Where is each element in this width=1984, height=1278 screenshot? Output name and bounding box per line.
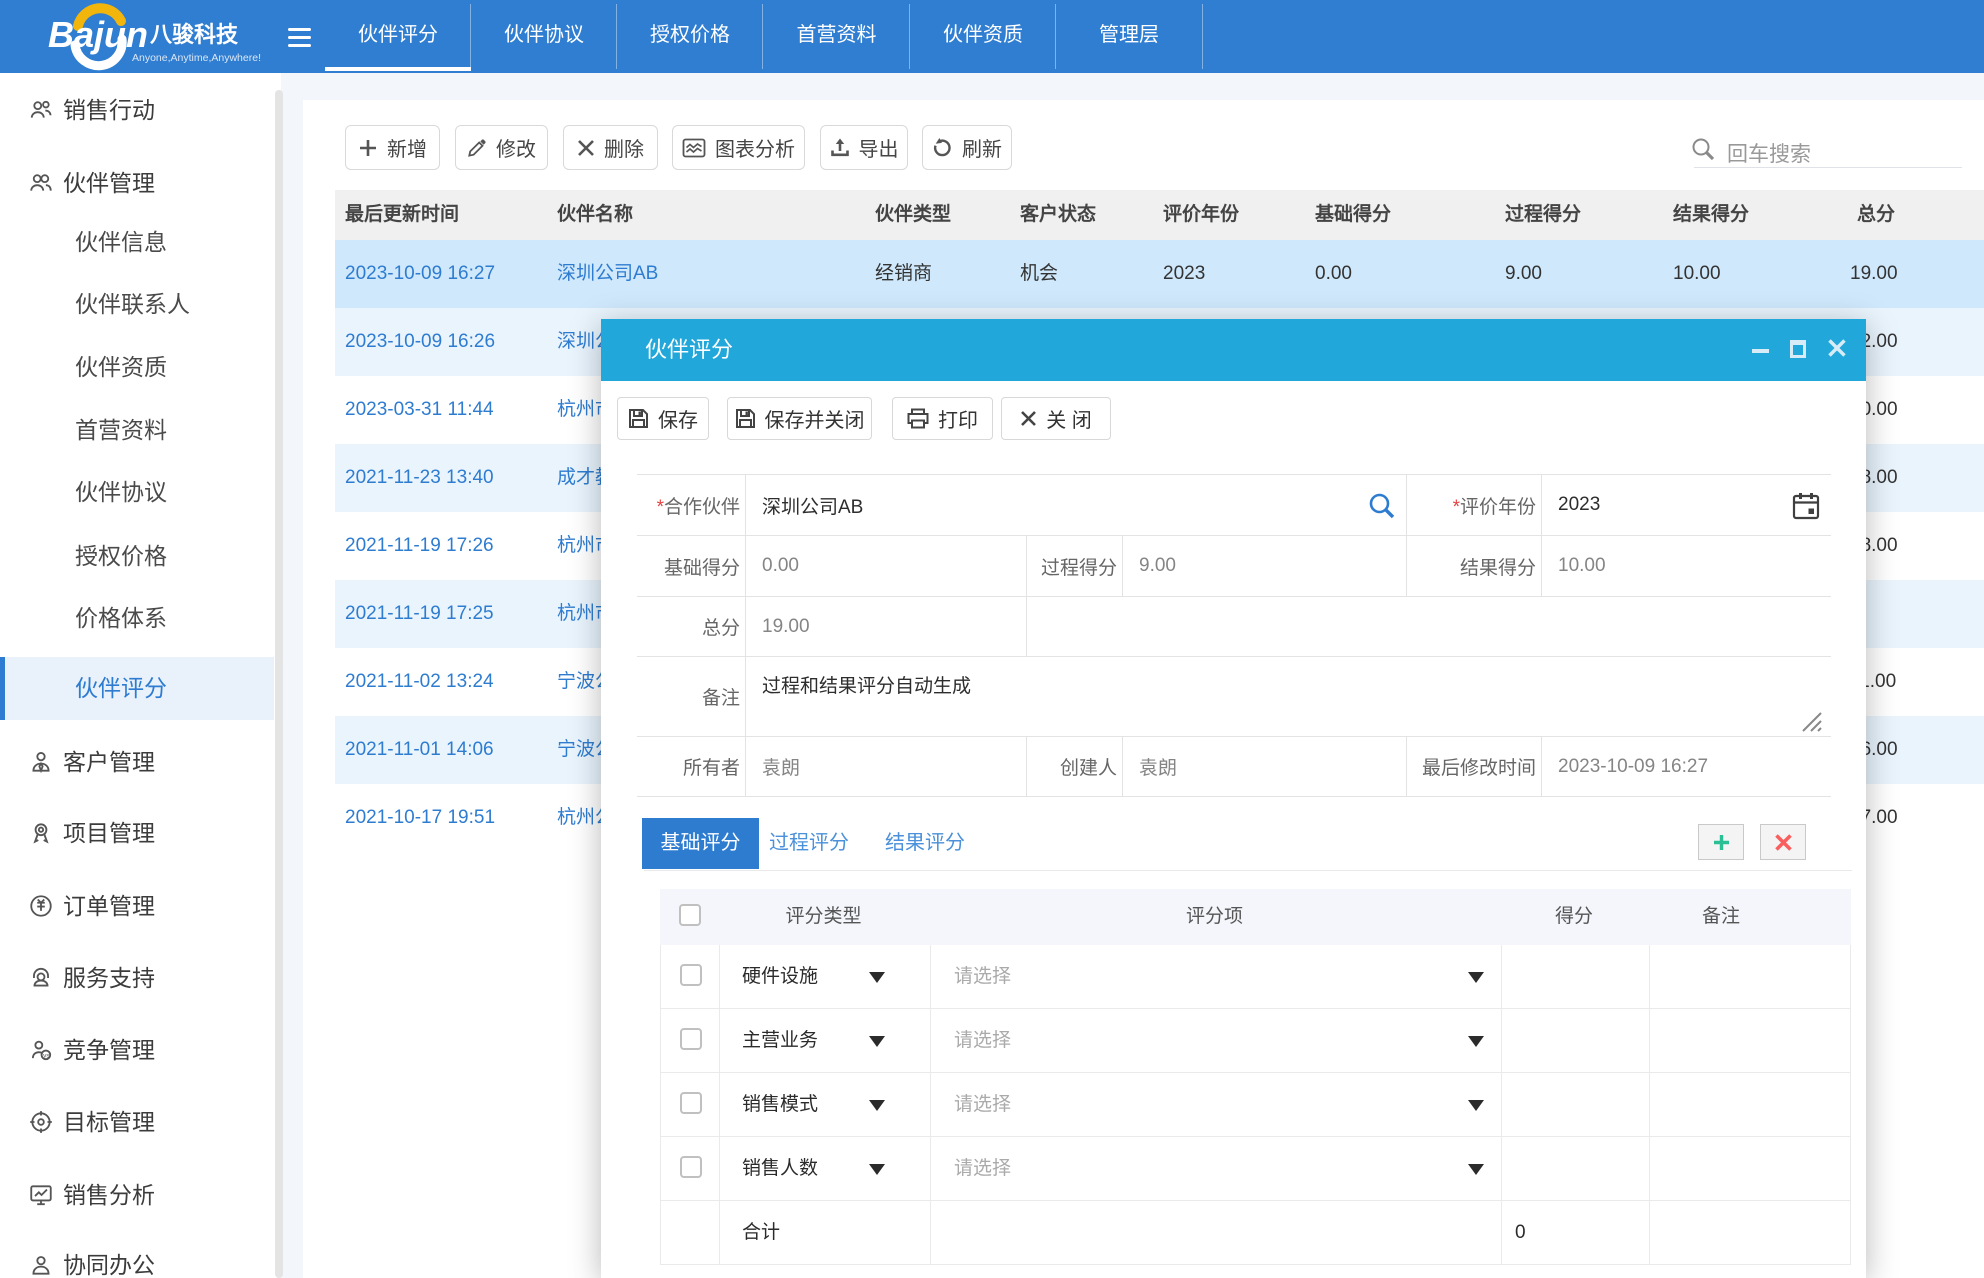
svg-text:Anyone,Anytime,Anywhere!: Anyone,Anytime,Anywhere! [132, 52, 261, 64]
svg-text:八骏科技: 八骏科技 [150, 22, 239, 47]
svg-text:Bajun: Bajun [48, 14, 148, 55]
svg-text:vs: vs [43, 1053, 50, 1060]
